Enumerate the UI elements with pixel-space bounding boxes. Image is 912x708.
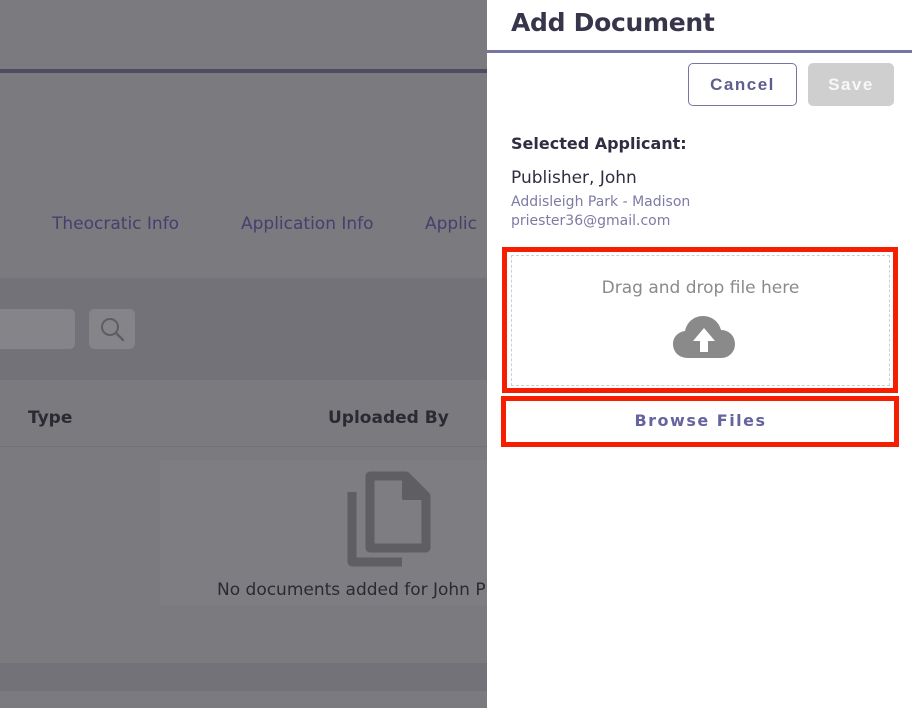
search-input[interactable] [0,309,75,349]
drawer-title: Add Document [511,8,715,37]
footer-bar [0,663,487,691]
background-page: Theocratic Info Application Info Applic … [0,0,487,708]
column-header-uploaded-by[interactable]: Uploaded By [328,408,449,428]
file-drop-zone[interactable]: Drag and drop file here [511,255,890,386]
cloud-upload-icon [673,316,735,358]
drop-zone-label: Drag and drop file here [601,278,800,298]
column-header-type[interactable]: Type [28,408,72,428]
tab-application-info[interactable]: Application Info [241,214,374,234]
applicant-name: Publisher, John [511,168,637,188]
selected-applicant-label: Selected Applicant: [511,134,687,153]
search-icon [101,318,125,342]
applicant-email: priester36@gmail.com [511,213,671,229]
tab-theocratic-info[interactable]: Theocratic Info [52,214,179,234]
cancel-button[interactable]: Cancel [688,63,797,106]
applicant-location: Addisleigh Park - Madison [511,194,691,210]
header-divider [0,69,487,73]
add-document-drawer: Add Document Cancel Save Selected Applic… [487,0,912,708]
drawer-header: Add Document [487,0,912,53]
browse-files-button[interactable]: Browse Files [511,402,890,438]
documents-icon [347,471,431,567]
search-button[interactable] [89,309,135,349]
tab-applicant-truncated[interactable]: Applic [425,214,477,234]
table-header-divider [0,446,487,447]
empty-state-message: No documents added for John P [217,580,486,600]
save-button[interactable]: Save [808,63,894,106]
